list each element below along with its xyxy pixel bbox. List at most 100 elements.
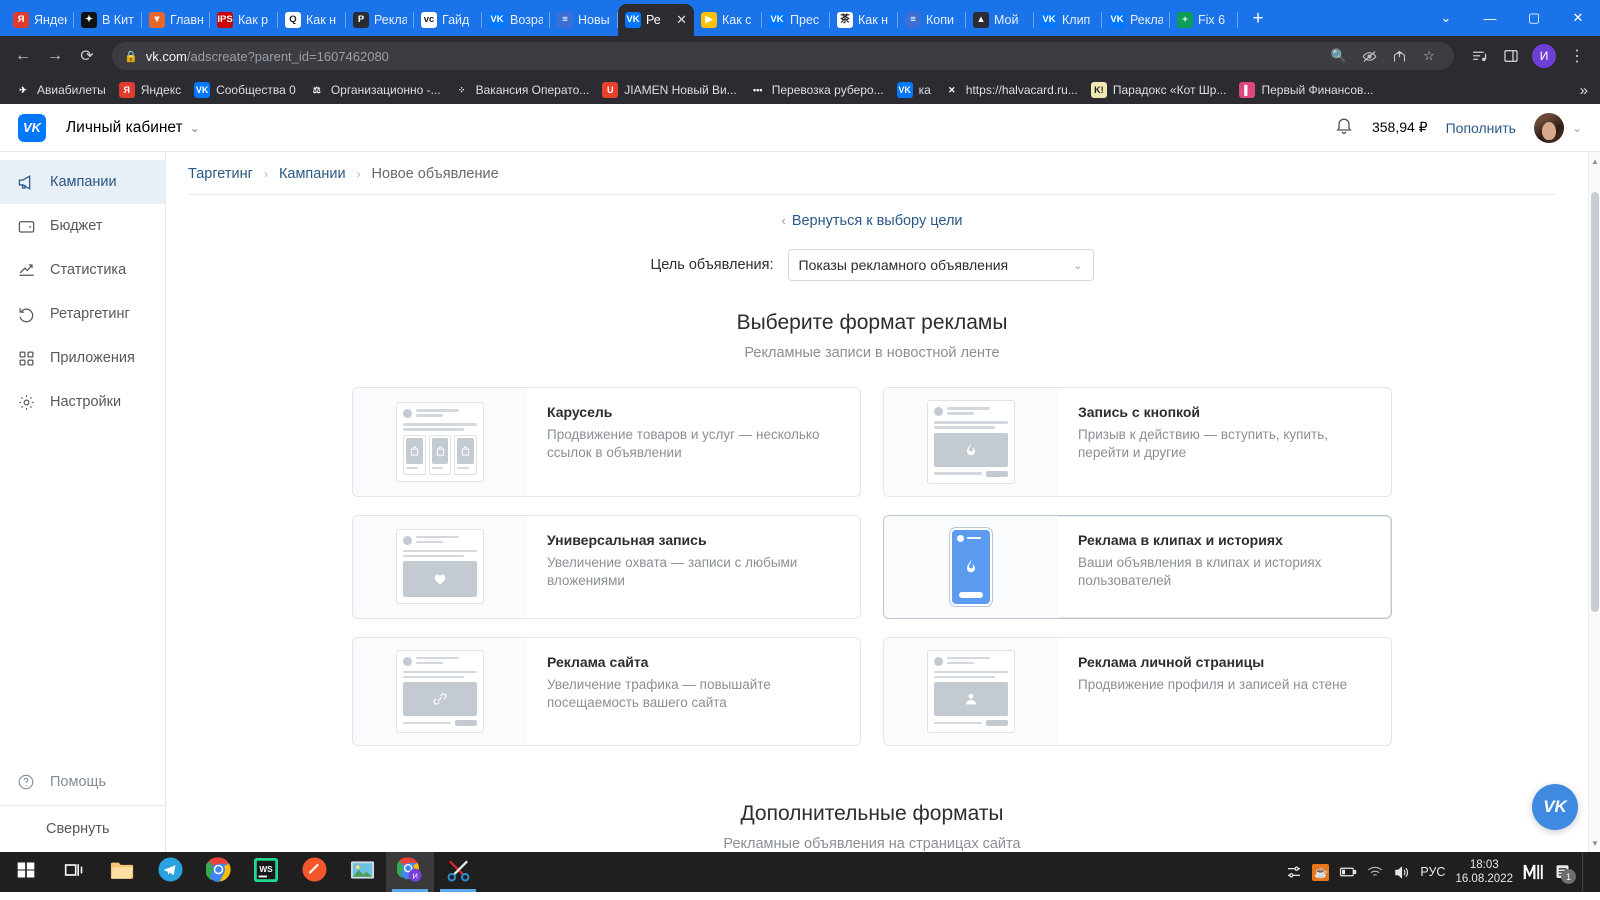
bell-icon[interactable] xyxy=(1334,115,1354,140)
topup-link[interactable]: Пополнить xyxy=(1446,120,1516,136)
sidebar-item-help[interactable]: Помощь xyxy=(0,758,165,806)
language-indicator[interactable]: РУС xyxy=(1420,865,1445,879)
avatar[interactable] xyxy=(1533,112,1564,143)
bookmark-item[interactable]: VK Сообщества 0 xyxy=(189,80,301,100)
browser-tab[interactable]: ≡ Копи xyxy=(898,4,966,36)
sidebar-item-3[interactable]: Статистика xyxy=(0,248,165,292)
content-scrollbar[interactable]: ▲ ▼ xyxy=(1588,152,1600,852)
forward-icon[interactable]: → xyxy=(40,41,70,71)
maximize-button[interactable]: ▢ xyxy=(1512,2,1556,34)
browser-tab[interactable]: + Fix 6 xyxy=(1170,4,1238,36)
browser-tab[interactable]: VK Клип xyxy=(1034,4,1102,36)
show-desktop-button[interactable] xyxy=(1582,852,1590,892)
start-button[interactable] xyxy=(2,852,50,892)
browser-tab[interactable]: Q Как н xyxy=(278,4,346,36)
close-icon[interactable]: ✕ xyxy=(676,12,687,28)
breadcrumb-item[interactable]: Таргетинг xyxy=(188,166,253,182)
scroll-down-arrow-icon[interactable]: ▼ xyxy=(1589,836,1600,850)
format-card-4[interactable]: Реклама в клипах и историях Ваши объявлен… xyxy=(883,514,1392,619)
minimize-button[interactable]: — xyxy=(1468,2,1512,34)
wifi-icon[interactable] xyxy=(1367,865,1383,879)
format-card-5[interactable]: Реклама сайта Увеличение трафика — повыша… xyxy=(352,636,861,746)
chrome[interactable] xyxy=(194,852,242,892)
browser-tab[interactable]: IPS Как р xyxy=(210,4,278,36)
bookmark-item[interactable]: ••• Перевозка руберо... xyxy=(745,80,889,100)
account-switcher[interactable]: Личный кабинет ⌄ xyxy=(66,119,200,137)
bookmarks-bar: ✈ Авиабилеты Я Яндекс VK Сообщества 0 ⚖ Организ… xyxy=(0,76,1600,104)
bookmark-item[interactable]: ⁘ Вакансия Операто... xyxy=(449,80,595,100)
browser-tab[interactable]: 茶 Как н xyxy=(830,4,898,36)
browser-tab[interactable]: Р Рекла xyxy=(346,4,414,36)
browser-tab[interactable]: Я Яндек xyxy=(6,4,74,36)
photos[interactable] xyxy=(338,852,386,892)
goal-select[interactable]: Показы рекламного объявления ⌄ xyxy=(787,249,1094,281)
browser-tab[interactable]: ▶ Как с xyxy=(694,4,762,36)
sidebar-item-2[interactable]: Бюджет xyxy=(0,204,165,248)
breadcrumb-item[interactable]: Кампании xyxy=(279,166,346,182)
sidebar-item-4[interactable]: Ретаргетинг xyxy=(0,292,165,336)
chrome-menu-icon[interactable]: ⋮ xyxy=(1562,41,1592,71)
java-icon[interactable]: ☕ xyxy=(1312,863,1330,881)
bookmark-item[interactable]: ⚖ Организационно -... xyxy=(304,80,446,100)
sidebar-collapse-button[interactable]: Свернуть xyxy=(0,806,165,852)
bookmarks-overflow-button[interactable]: » xyxy=(1580,82,1590,99)
notifications-icon[interactable]: 1 xyxy=(1553,863,1576,884)
browser-tab[interactable]: ▼ Главн xyxy=(142,4,210,36)
browser-tab[interactable]: VK Возра xyxy=(482,4,550,36)
reload-icon[interactable]: ⟳ xyxy=(72,41,102,71)
address-bar[interactable]: 🔒 vk.com/adscreate?parent_id=1607462080 … xyxy=(112,42,1454,70)
format-card-1[interactable]: Карусель Продвижение товаров и услуг — не… xyxy=(352,387,861,497)
telegram[interactable] xyxy=(146,852,194,892)
vk-logo-icon[interactable]: VK xyxy=(18,113,46,142)
scrollbar-thumb[interactable] xyxy=(1591,192,1599,612)
bookmark-item[interactable]: ✈ Авиабилеты xyxy=(10,80,111,100)
close-window-button[interactable]: ✕ xyxy=(1556,2,1600,34)
clock[interactable]: 18:03 16.08.2022 xyxy=(1455,858,1513,887)
browser-tab[interactable]: VK Прес xyxy=(762,4,830,36)
bookmark-item[interactable]: U JIAMEN Новый Ви... xyxy=(597,80,741,100)
snipping-tool[interactable] xyxy=(434,852,482,892)
breadcrumb-separator-icon: › xyxy=(263,167,268,181)
back-icon[interactable]: ← xyxy=(8,41,38,71)
sidebar-item-6[interactable]: Настройки xyxy=(0,380,165,424)
share-icon[interactable] xyxy=(1386,43,1412,69)
new-tab-button[interactable]: + xyxy=(1244,5,1272,33)
bookmark-item[interactable]: Я Яндекс xyxy=(114,80,186,100)
bookmark-item[interactable]: ✕ https://halvacard.ru... xyxy=(939,80,1083,100)
star-icon[interactable]: ☆ xyxy=(1416,43,1442,69)
bookmark-item[interactable]: ▌ Первый Финансов... xyxy=(1234,80,1378,100)
vk-help-fab[interactable]: VK xyxy=(1532,784,1578,830)
side-panel-icon[interactable] xyxy=(1496,41,1526,71)
browser-tab[interactable]: ▲ Мой xyxy=(966,4,1034,36)
format-card-3[interactable]: Универсальная запись Увеличение охвата — … xyxy=(352,514,861,619)
task-view-button[interactable] xyxy=(50,852,98,892)
sidebar-item-1[interactable]: Кампании xyxy=(0,160,165,204)
webstorm[interactable]: WS xyxy=(242,852,290,892)
sidebar-item-5[interactable]: Приложения xyxy=(0,336,165,380)
browser-profile-avatar[interactable]: И xyxy=(1532,44,1556,68)
browser-tab[interactable]: ✦ В Кит xyxy=(74,4,142,36)
format-card-2[interactable]: Запись с кнопкой Призыв к действию — всту… xyxy=(883,387,1392,497)
browser-tab[interactable]: VK Ре ✕ xyxy=(618,4,694,36)
battery-icon[interactable] xyxy=(1339,865,1357,879)
chrome-profile[interactable]: И xyxy=(386,852,434,892)
mail-ru-icon[interactable] xyxy=(1523,863,1543,881)
browser-toolbar: ← → ⟳ 🔒 vk.com/adscreate?parent_id=16074… xyxy=(0,36,1600,76)
scroll-up-arrow-icon[interactable]: ▲ xyxy=(1589,154,1600,168)
format-card-6[interactable]: Реклама личной страницы Продвижение профи… xyxy=(883,636,1392,746)
back-to-goal-link[interactable]: ‹ Вернуться к выбору цели xyxy=(188,213,1556,229)
bookmark-item[interactable]: VK ка xyxy=(892,80,936,100)
search-icon[interactable]: 🔍 xyxy=(1326,43,1352,69)
orange-app[interactable] xyxy=(290,852,338,892)
file-explorer[interactable] xyxy=(98,852,146,892)
sliders-icon[interactable] xyxy=(1286,864,1302,880)
bookmark-item[interactable]: K! Парадокс «Кот Шр... xyxy=(1086,80,1232,100)
account-menu-chevron-icon[interactable]: ⌄ xyxy=(1572,121,1582,135)
tab-list-button[interactable]: ⌄ xyxy=(1424,2,1468,34)
eye-off-icon[interactable] xyxy=(1356,43,1382,69)
browser-tab[interactable]: vc Гайд xyxy=(414,4,482,36)
browser-tab[interactable]: VK Рекла xyxy=(1102,4,1170,36)
browser-tab[interactable]: ≡ Новы xyxy=(550,4,618,36)
volume-icon[interactable] xyxy=(1393,865,1410,880)
reading-list-icon[interactable] xyxy=(1464,41,1494,71)
